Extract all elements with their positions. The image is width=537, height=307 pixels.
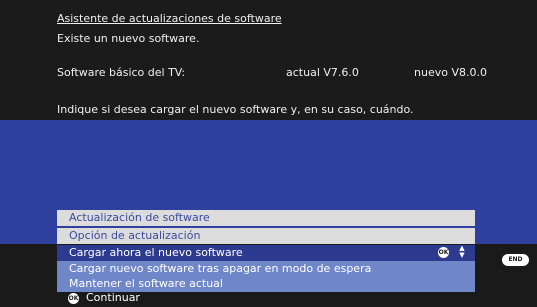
question-text: Indique si desea cargar el nuevo softwar…: [57, 103, 414, 116]
page-title: Asistente de actualizaciones de software: [57, 12, 282, 25]
menu-header-option: Opción de actualización: [57, 228, 475, 244]
end-button-icon[interactable]: END: [502, 254, 529, 266]
subtitle-text: Existe un nuevo software.: [57, 32, 200, 45]
menu-item-load-after-standby[interactable]: Cargar nuevo software tras apagar en mod…: [57, 261, 475, 277]
current-version: actual V7.6.0: [286, 66, 359, 79]
ok-button-icon: OK: [438, 247, 449, 258]
continue-label[interactable]: Continuar: [86, 291, 140, 304]
menu-item-load-now[interactable]: Cargar ahora el nuevo software: [57, 245, 475, 261]
up-down-arrows-icon: ▲ ▼: [459, 244, 465, 259]
new-version: nuevo V8.0.0: [414, 66, 487, 79]
menu-header-update: Actualización de software: [57, 210, 475, 226]
continue-ok-icon: OK: [68, 293, 79, 304]
software-label: Software básico del TV:: [57, 66, 186, 79]
menu-item-keep-current[interactable]: Mantener el software actual: [57, 276, 475, 292]
